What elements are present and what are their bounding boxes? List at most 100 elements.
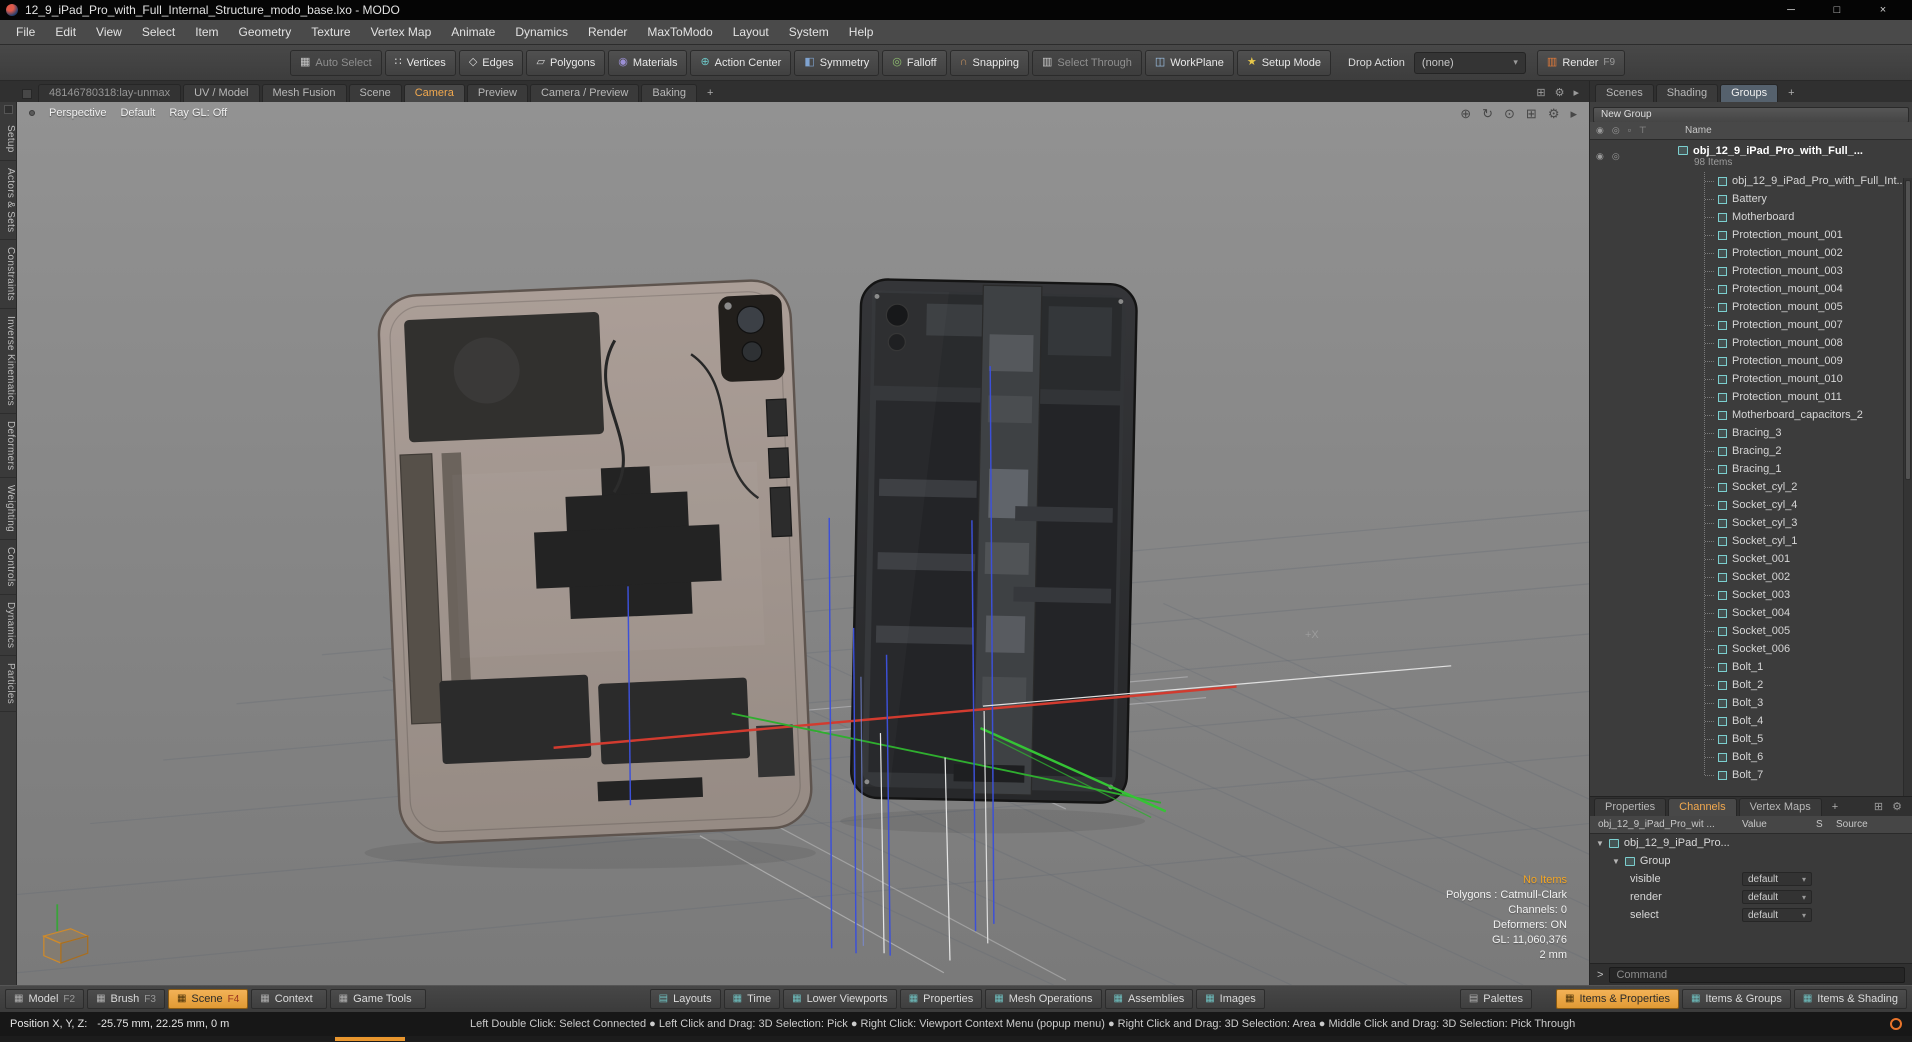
minimize-button[interactable]: ─ xyxy=(1768,0,1814,20)
right-panel-tab[interactable]: Scenes xyxy=(1595,84,1654,102)
tree-item[interactable]: obj_12_9_iPad_Pro_with_Full_Int... xyxy=(1590,172,1912,190)
tree-item[interactable]: Bolt_4 xyxy=(1590,712,1912,730)
toolbar-button[interactable]: ◇ Edges xyxy=(458,49,524,76)
toolbar-button[interactable]: ∷ Vertices xyxy=(384,49,456,76)
tree-item[interactable]: Bracing_1 xyxy=(1590,460,1912,478)
tree-item[interactable]: Protection_mount_011 xyxy=(1590,388,1912,406)
raygl-toggle[interactable]: Ray GL: Off xyxy=(169,107,227,119)
viewport-tab[interactable]: Camera / Preview xyxy=(529,84,640,102)
workspace-preset-button[interactable]: ▦ Items & Properties xyxy=(1556,989,1679,1009)
tree-scrollbar-thumb[interactable] xyxy=(1905,180,1911,480)
panel-toggle-button[interactable]: ▦ Properties xyxy=(899,989,983,1009)
col-header-name[interactable]: obj_12_9_iPad_Pro_wit ... xyxy=(1590,819,1742,830)
right-panel-tab[interactable]: Groups xyxy=(1720,84,1779,102)
tree-item[interactable]: Socket_005 xyxy=(1590,622,1912,640)
channel-row[interactable]: visible default xyxy=(1590,870,1912,888)
tree-root-item[interactable]: ◉ ◎ obj_12_9_iPad_Pro_with_Full_... 98 I… xyxy=(1590,140,1912,172)
render-visibility-icon[interactable]: ◎ xyxy=(1612,125,1620,136)
add-tab-button[interactable]: + xyxy=(699,85,721,102)
frame-icon[interactable]: ⊞ xyxy=(1526,106,1537,122)
panel-toggle-button[interactable]: ▦ Mesh Operations xyxy=(985,989,1102,1009)
viewport-mode-select[interactable]: Perspective xyxy=(49,107,106,119)
workspace-preset-button[interactable]: ▦ Items & Shading xyxy=(1793,989,1907,1009)
options-icon[interactable]: ⚙ xyxy=(1548,106,1560,122)
settings-icon[interactable]: ⚙ xyxy=(1555,86,1565,99)
tree-item[interactable]: Socket_004 xyxy=(1590,604,1912,622)
toolbar-button[interactable]: ◉ Materials xyxy=(608,49,688,76)
dock-tab[interactable]: Weighting xyxy=(0,478,16,541)
toolbar-button[interactable]: ▥ Select Through xyxy=(1032,49,1142,76)
add-channels-tab-button[interactable]: + xyxy=(1824,799,1846,816)
toolbar-button[interactable]: ★ Setup Mode xyxy=(1236,49,1332,76)
dock-handle[interactable] xyxy=(3,105,13,114)
dock-tab[interactable]: Particles xyxy=(0,656,16,713)
tree-item[interactable]: Protection_mount_002 xyxy=(1590,244,1912,262)
dock-tab[interactable]: Constraints xyxy=(0,240,16,310)
viewport-menu-icon[interactable] xyxy=(29,110,35,116)
tree-item[interactable]: Motherboard_capacitors_2 xyxy=(1590,406,1912,424)
channel-value-select[interactable]: default xyxy=(1742,890,1812,904)
panel-toggle-button[interactable]: ▦ Assemblies xyxy=(1104,989,1194,1009)
channel-value-select[interactable]: default xyxy=(1742,872,1812,886)
viewport-tab[interactable]: Scene xyxy=(348,84,402,102)
menu-item[interactable]: Animate xyxy=(441,20,505,44)
menu-item[interactable]: Geometry xyxy=(229,20,302,44)
toolbar-button[interactable]: ∩ Snapping xyxy=(949,49,1030,76)
tree-item[interactable]: Protection_mount_003 xyxy=(1590,262,1912,280)
expand-icon[interactable]: ▸ xyxy=(1573,86,1579,99)
viewport-tab[interactable]: Baking xyxy=(641,84,698,102)
channels-tab[interactable]: Vertex Maps xyxy=(1738,798,1822,816)
layout-button[interactable]: ▦ Scene F4 xyxy=(167,989,249,1009)
dock-tab[interactable]: Actors & Sets xyxy=(0,161,16,241)
layout-button[interactable]: ▦ Game Tools xyxy=(329,989,426,1009)
col-header-source[interactable]: Source xyxy=(1836,819,1912,830)
filter-icon[interactable]: ⊤ xyxy=(1639,125,1647,136)
channel-item-row[interactable]: ▼ obj_12_9_iPad_Pro... xyxy=(1590,834,1912,852)
channel-row[interactable]: render default xyxy=(1590,888,1912,906)
dock-tab[interactable]: Dynamics xyxy=(0,595,16,657)
tree-item[interactable]: Protection_mount_007 xyxy=(1590,316,1912,334)
toolbar-button[interactable]: ◫ WorkPlane xyxy=(1144,49,1234,76)
session-tab[interactable]: 48146780318:lay-unmax xyxy=(38,84,182,102)
layout-button[interactable]: ▦ Brush F3 xyxy=(87,989,165,1009)
drop-action-select[interactable]: (none) ▾ xyxy=(1413,51,1526,74)
tree-scrollbar[interactable] xyxy=(1903,178,1912,796)
menu-item[interactable]: Select xyxy=(132,20,185,44)
menu-item[interactable]: Texture xyxy=(301,20,360,44)
tree-item[interactable]: Socket_003 xyxy=(1590,586,1912,604)
maximize-button[interactable]: □ xyxy=(1814,0,1860,20)
toolbar-button[interactable]: ▱ Polygons xyxy=(526,49,606,76)
menu-item[interactable]: System xyxy=(779,20,839,44)
tree-item[interactable]: Bolt_1 xyxy=(1590,658,1912,676)
viewport-tab[interactable]: Camera xyxy=(403,84,465,102)
tree-item[interactable]: Bracing_2 xyxy=(1590,442,1912,460)
menu-item[interactable]: View xyxy=(86,20,132,44)
viewport-tab[interactable]: UV / Model xyxy=(183,84,260,102)
tree-item[interactable]: Socket_006 xyxy=(1590,640,1912,658)
menu-item[interactable]: Edit xyxy=(45,20,86,44)
tree-item[interactable]: Bracing_3 xyxy=(1590,424,1912,442)
tree-item[interactable]: Socket_cyl_1 xyxy=(1590,532,1912,550)
menu-item[interactable]: Layout xyxy=(723,20,779,44)
tree-item[interactable]: Bolt_3 xyxy=(1590,694,1912,712)
menu-item[interactable]: Render xyxy=(578,20,637,44)
viewport-canvas[interactable] xyxy=(17,102,1589,985)
tree-item[interactable]: Protection_mount_001 xyxy=(1590,226,1912,244)
dock-icon[interactable]: ⊞ xyxy=(1536,86,1545,99)
name-column-header[interactable]: Name xyxy=(1685,125,1712,136)
tree-item[interactable]: Socket_cyl_4 xyxy=(1590,496,1912,514)
dock-tab[interactable]: Deformers xyxy=(0,414,16,479)
command-input[interactable]: Command xyxy=(1609,966,1905,983)
toolbar-button[interactable]: ◧ Symmetry xyxy=(794,49,880,76)
render-button[interactable]: ▥ Render F9 xyxy=(1536,49,1626,76)
tree-item[interactable]: Bolt_7 xyxy=(1590,766,1912,784)
zoom-icon[interactable]: ⊙ xyxy=(1504,106,1515,122)
tree-item[interactable]: Protection_mount_004 xyxy=(1590,280,1912,298)
tree-item[interactable]: Protection_mount_009 xyxy=(1590,352,1912,370)
tree-item[interactable]: Protection_mount_008 xyxy=(1590,334,1912,352)
pan-icon[interactable]: ⊕ xyxy=(1460,106,1471,122)
menu-item[interactable]: MaxToModo xyxy=(637,20,722,44)
panel-toggle-button[interactable]: ▤ Layouts xyxy=(649,989,721,1009)
tree-item[interactable]: Bolt_5 xyxy=(1590,730,1912,748)
tree-item[interactable]: Socket_cyl_3 xyxy=(1590,514,1912,532)
